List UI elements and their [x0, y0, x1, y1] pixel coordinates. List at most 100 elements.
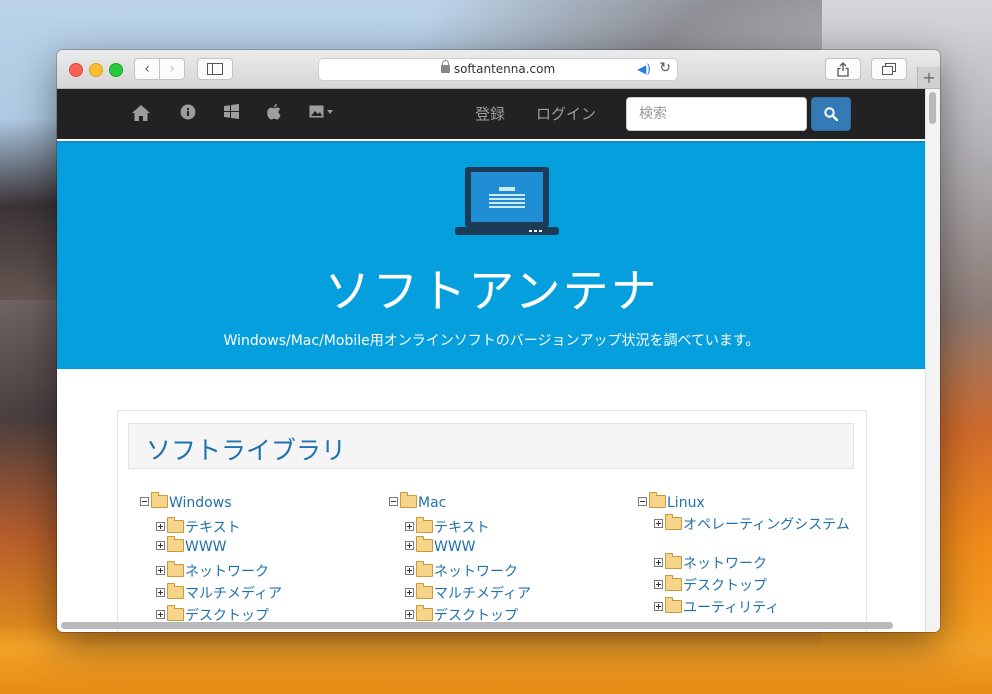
tree-item[interactable]: デスクトップ	[638, 575, 878, 597]
expand-icon[interactable]	[654, 602, 663, 611]
apple-icon[interactable]	[267, 104, 281, 124]
tree-item[interactable]: ネットワーク	[638, 553, 878, 575]
expand-icon[interactable]	[156, 541, 165, 550]
image-dropdown-icon[interactable]	[309, 104, 335, 124]
expand-icon[interactable]	[654, 558, 663, 567]
search-button[interactable]	[811, 97, 851, 131]
tree-item-label[interactable]: テキスト	[185, 520, 241, 536]
tree-item-label[interactable]: ネットワーク	[683, 556, 767, 572]
expand-icon[interactable]	[405, 588, 414, 597]
expand-icon[interactable]	[156, 610, 165, 619]
tree-root-label[interactable]: Windows	[169, 495, 232, 511]
folder-icon	[416, 583, 433, 599]
tree-item-label[interactable]: デスクトップ	[683, 578, 767, 594]
chevron-left-icon: ‹	[144, 61, 150, 77]
tree-root-linux[interactable]: Linux	[638, 492, 878, 517]
home-icon[interactable]	[131, 104, 151, 126]
site-tagline: Windows/Mac/Mobile用オンラインソフトのバージョンアップ状況を調…	[223, 333, 760, 349]
expand-icon[interactable]	[405, 541, 414, 550]
back-button[interactable]: ‹	[134, 58, 160, 80]
tree-item-label[interactable]: ユーティリティ	[683, 600, 779, 616]
tree-windows: Windows テキスト WWW ネットワーク マルチメディア デスクトップ	[140, 492, 380, 627]
expand-icon[interactable]	[405, 566, 414, 575]
plus-icon: +	[922, 68, 936, 87]
tree-item-label[interactable]: マルチメディア	[434, 586, 531, 602]
tree-root-label[interactable]: Mac	[418, 495, 446, 511]
tree-item[interactable]: WWW	[389, 536, 629, 561]
library-title: ソフトライブラリ	[146, 436, 347, 465]
folder-icon	[416, 536, 433, 552]
chevron-right-icon: ›	[169, 61, 175, 77]
collapse-icon[interactable]	[389, 497, 398, 506]
expand-icon[interactable]	[654, 580, 663, 589]
collapse-icon[interactable]	[638, 497, 647, 506]
address-bar[interactable]: softantenna.com ◀) ↻	[318, 58, 678, 81]
tree-root-windows[interactable]: Windows	[140, 492, 380, 517]
tree-root-mac[interactable]: Mac	[389, 492, 629, 517]
folder-icon	[665, 514, 682, 530]
share-button[interactable]	[825, 58, 861, 80]
close-window-button[interactable]	[69, 63, 83, 77]
lock-icon	[440, 60, 450, 73]
folder-icon	[416, 605, 433, 621]
minimize-window-button[interactable]	[89, 63, 103, 77]
tree-mac: Mac テキスト WWW ネットワーク マルチメディア デスクトップ	[389, 492, 629, 627]
register-link[interactable]: 登録	[475, 103, 505, 124]
tree-item-label[interactable]: WWW	[185, 539, 227, 555]
tree-item-label[interactable]: WWW	[434, 539, 476, 555]
folder-icon	[665, 575, 682, 591]
folder-icon	[400, 492, 417, 508]
tree-item-label[interactable]: ネットワーク	[185, 564, 269, 580]
tree-linux: Linux オペレーティングシステム ネットワーク デスクトップ ユーティリティ	[638, 492, 878, 619]
tree-root-label[interactable]: Linux	[667, 495, 705, 511]
search-input[interactable]	[626, 97, 807, 131]
tree-item-label[interactable]: マルチメディア	[185, 586, 282, 602]
sidebar-toggle-button[interactable]	[197, 58, 233, 80]
expand-icon[interactable]	[156, 588, 165, 597]
browser-toolbar: ‹ › softantenna.com ◀) ↻ +	[57, 50, 940, 89]
tree-item[interactable]: WWW	[140, 536, 380, 561]
folder-icon	[167, 605, 184, 621]
vertical-scrollbar[interactable]	[925, 89, 940, 632]
info-icon[interactable]	[180, 104, 196, 124]
expand-icon[interactable]	[156, 566, 165, 575]
share-icon	[837, 61, 849, 77]
maximize-window-button[interactable]	[109, 63, 123, 77]
tree-item[interactable]: マルチメディア	[389, 583, 629, 605]
expand-icon[interactable]	[405, 522, 414, 531]
reload-icon[interactable]: ↻	[659, 60, 671, 76]
tree-item-label[interactable]: オペレーティングシステム	[683, 517, 868, 534]
laptop-logo-icon	[455, 167, 559, 235]
hero-banner: ソフトアンテナ Windows/Mac/Mobile用オンラインソフトのバージョ…	[57, 141, 926, 369]
scrollbar-thumb[interactable]	[929, 92, 936, 124]
tree-item[interactable]: オペレーティングシステム	[638, 514, 878, 553]
panel-heading: ソフトライブラリ	[128, 423, 854, 469]
forward-button[interactable]: ›	[159, 58, 185, 80]
tree-item[interactable]: テキスト	[389, 517, 629, 539]
login-link[interactable]: ログイン	[536, 103, 596, 124]
tree-item[interactable]: マルチメディア	[140, 583, 380, 605]
folder-icon	[167, 583, 184, 599]
new-tab-button[interactable]: +	[917, 67, 940, 88]
windows-icon[interactable]	[224, 104, 239, 123]
tree-item[interactable]: ネットワーク	[140, 561, 380, 583]
sidebar-icon	[207, 63, 223, 75]
collapse-icon[interactable]	[140, 497, 149, 506]
tree-item-label[interactable]: テキスト	[434, 520, 490, 536]
show-tabs-button[interactable]	[871, 58, 907, 80]
expand-icon[interactable]	[405, 610, 414, 619]
tree-item[interactable]: ネットワーク	[389, 561, 629, 583]
expand-icon[interactable]	[654, 519, 663, 528]
folder-icon	[167, 517, 184, 533]
url-text: softantenna.com	[453, 62, 556, 76]
horizontal-scrollbar[interactable]	[61, 622, 893, 629]
desktop-wallpaper-foreground	[0, 624, 992, 694]
tree-item[interactable]: テキスト	[140, 517, 380, 539]
speaker-icon[interactable]: ◀)	[637, 62, 651, 76]
tree-item-label[interactable]: ネットワーク	[434, 564, 518, 580]
expand-icon[interactable]	[156, 522, 165, 531]
web-page: 登録 ログイン ソフトアンテナ Windows/Mac/	[57, 89, 926, 632]
tree-item[interactable]: ユーティリティ	[638, 597, 878, 619]
software-library-panel: ソフトライブラリ Windows テキスト WWW ネットワーク マルチメディア…	[117, 410, 867, 632]
folder-icon	[665, 597, 682, 613]
